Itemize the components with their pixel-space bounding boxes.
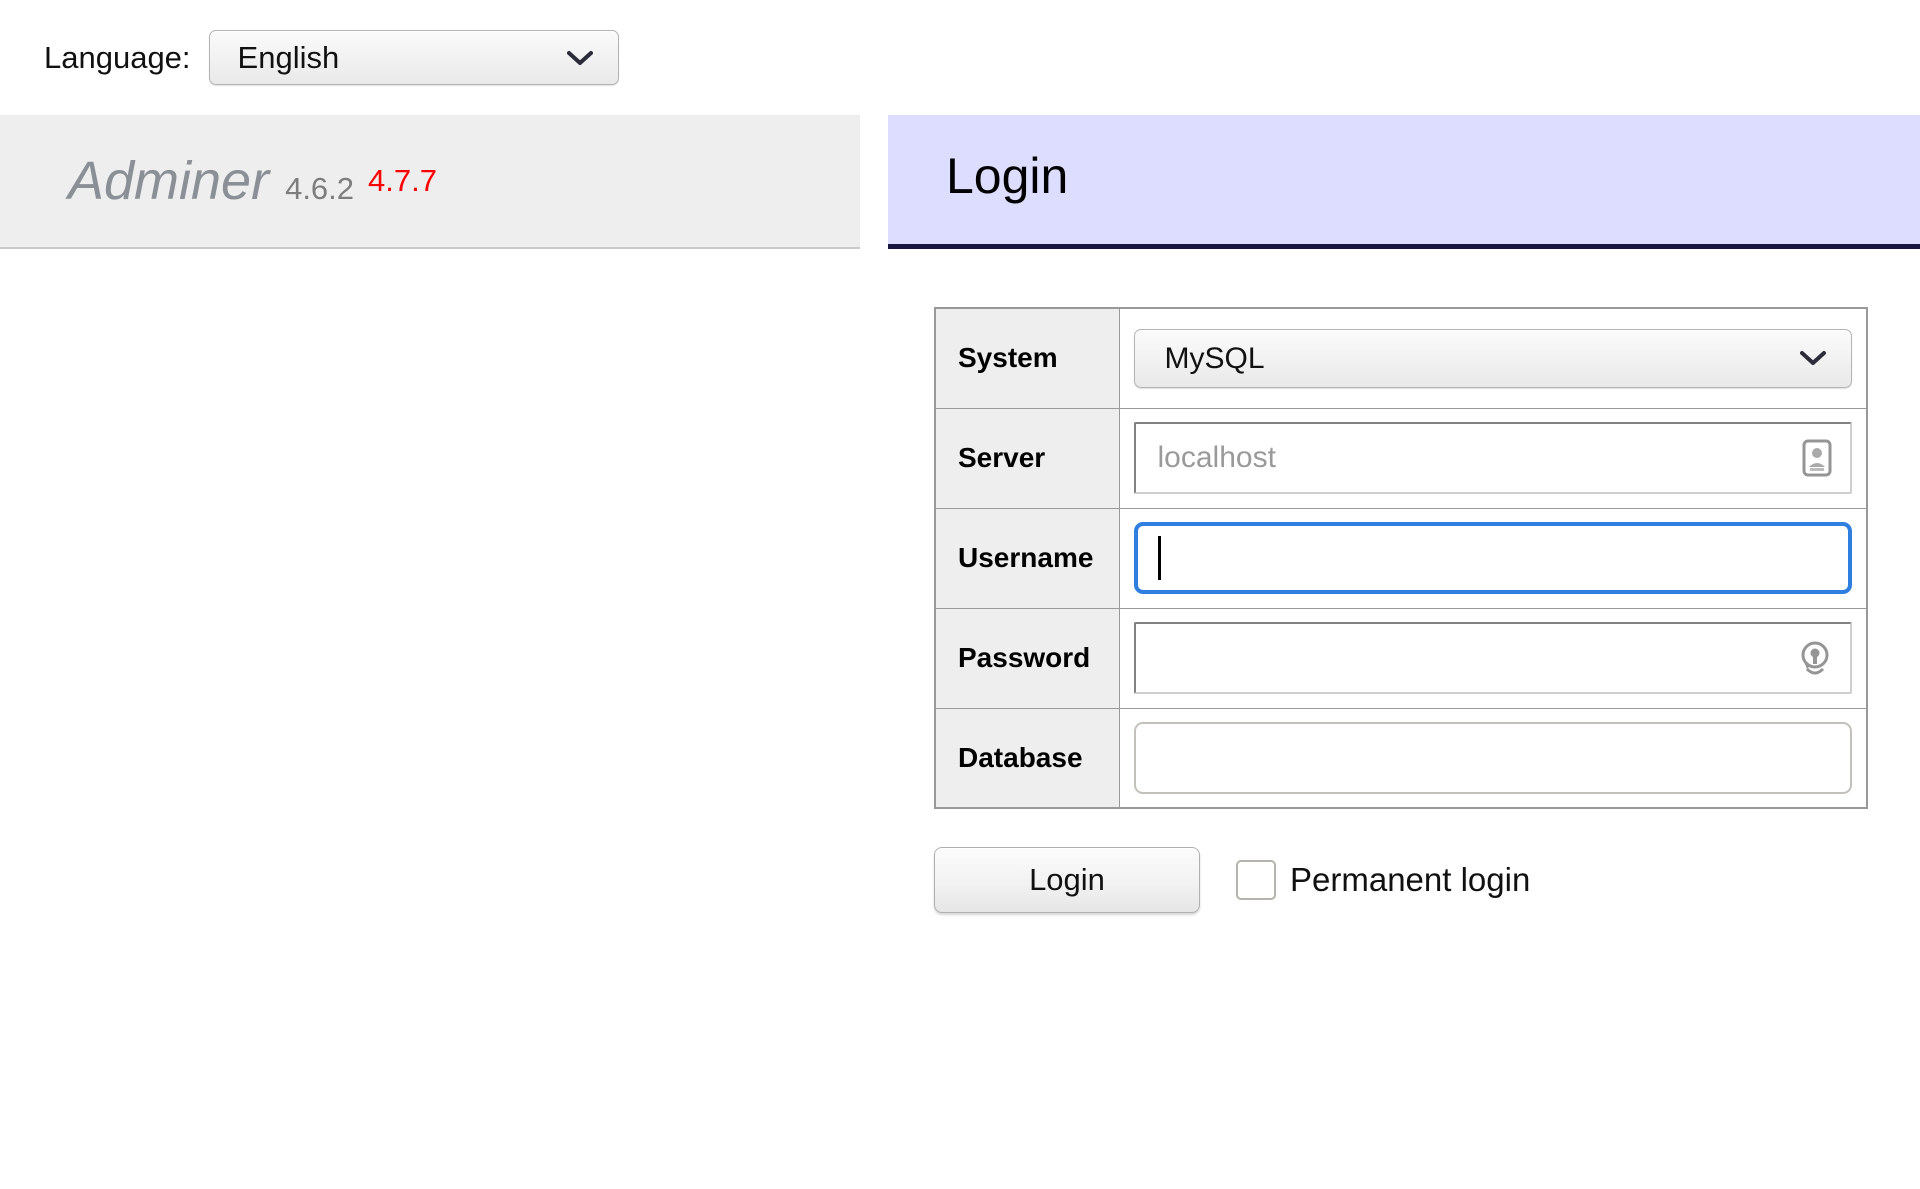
label-database: Database	[934, 707, 1120, 809]
adminer-update-link[interactable]: 4.7.7	[368, 163, 437, 199]
table-row-password: Password	[934, 607, 1868, 709]
system-select-wrapper[interactable]: MySQL	[1133, 328, 1852, 388]
cell-system: MySQL	[1118, 307, 1868, 409]
text-cursor	[1157, 536, 1161, 580]
cell-database	[1118, 707, 1868, 809]
submit-row: Login Permanent login	[934, 847, 1920, 913]
server-input[interactable]	[1133, 422, 1852, 494]
system-select[interactable]: MySQL	[1133, 328, 1852, 388]
adminer-logo-link[interactable]: Adminer 4.6.2	[68, 150, 354, 212]
page-title: Login	[888, 115, 1920, 249]
credentials-table: System MySQL Server localhost Username P…	[934, 307, 1868, 809]
database-field-wrapper	[1133, 721, 1852, 794]
main-content: Login System MySQL Server localhost User…	[888, 115, 1920, 913]
label-system: System	[934, 307, 1120, 409]
label-server: Server	[934, 407, 1120, 509]
label-username: Username	[934, 507, 1120, 609]
permanent-login-checkbox[interactable]	[1236, 860, 1276, 900]
table-row-system: System MySQL	[934, 307, 1868, 409]
sidebar: Adminer 4.6.2 4.7.7	[0, 115, 860, 249]
adminer-logo-text: Adminer	[68, 151, 270, 211]
language-label: Language:	[44, 39, 191, 75]
username-field-wrapper	[1133, 522, 1852, 594]
server-field-wrapper	[1133, 422, 1852, 494]
cell-username	[1118, 507, 1868, 609]
cell-password	[1118, 607, 1868, 709]
table-row-database: Database	[934, 707, 1868, 809]
language-select[interactable]: English	[208, 30, 619, 85]
login-form: System MySQL Server localhost Username P…	[888, 307, 1920, 913]
language-select-wrapper[interactable]: English	[208, 30, 619, 85]
database-input[interactable]	[1133, 721, 1852, 794]
label-password: Password	[934, 607, 1120, 709]
username-input[interactable]	[1133, 522, 1852, 594]
table-row-username: Username	[934, 507, 1868, 609]
permanent-login-label[interactable]: Permanent login	[1290, 861, 1530, 899]
table-row-server: Server	[934, 407, 1868, 509]
password-input[interactable]	[1133, 622, 1852, 694]
login-button[interactable]: Login	[934, 847, 1200, 913]
password-field-wrapper	[1133, 622, 1852, 694]
language-bar: Language: English	[0, 0, 1920, 115]
adminer-version: 4.6.2	[285, 171, 355, 206]
permanent-login-wrapper: Permanent login	[1236, 860, 1530, 900]
cell-server	[1118, 407, 1868, 509]
